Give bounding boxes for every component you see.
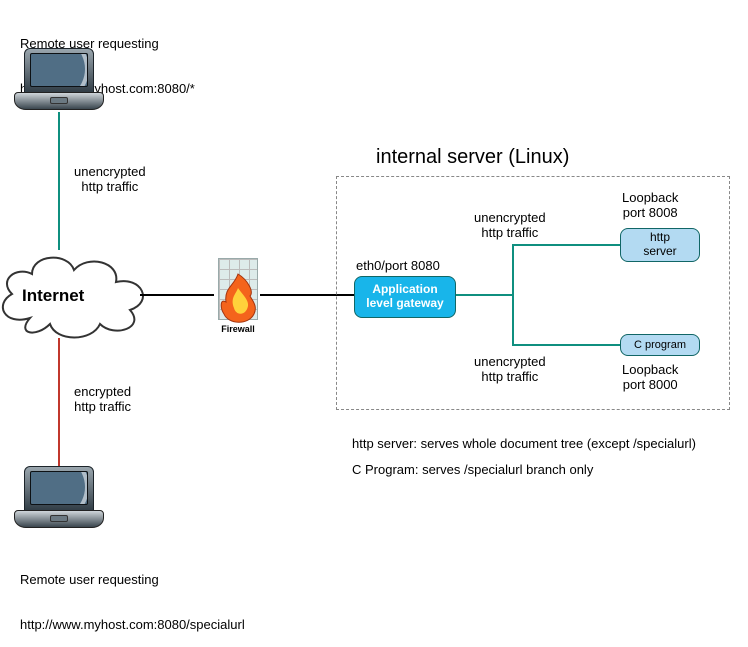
eth0-port-label: eth0/port 8080 xyxy=(356,258,440,273)
edge-bottom-user-to-internet xyxy=(58,338,60,466)
edge-to-http-server xyxy=(512,244,620,246)
application-gateway-node: Application level gateway xyxy=(354,276,456,318)
note-c-program: C Program: serves /specialurl branch onl… xyxy=(352,462,593,477)
edge-to-c-program xyxy=(512,344,620,346)
c-program-port-label: Loopback port 8000 xyxy=(622,362,678,392)
edge-upper-internal-label: unencrypted http traffic xyxy=(474,210,546,240)
firewall-icon: Firewall xyxy=(210,258,266,344)
server-title: internal server (Linux) xyxy=(376,146,569,169)
laptop-top-icon xyxy=(14,48,104,112)
http-server-node: http server xyxy=(620,228,700,262)
internet-label: Internet xyxy=(22,286,84,306)
edge-bottom-traffic-label: encrypted http traffic xyxy=(74,384,131,414)
firewall-label: Firewall xyxy=(210,324,266,334)
note-http-server: http server: serves whole document tree … xyxy=(352,436,696,451)
http-server-port-label: Loopback port 8008 xyxy=(622,190,678,220)
laptop-bottom-icon xyxy=(14,466,104,530)
edge-lower-internal-label: unencrypted http traffic xyxy=(474,354,546,384)
bottom-user-caption-line2: http://www.myhost.com:8080/specialurl xyxy=(20,617,245,632)
edge-gateway-split xyxy=(512,244,514,346)
edge-top-traffic-label: unencrypted http traffic xyxy=(74,164,146,194)
c-program-node: C program xyxy=(620,334,700,356)
edge-internet-to-firewall xyxy=(140,294,214,296)
edge-top-user-to-internet xyxy=(58,112,60,250)
bottom-user-caption: Remote user requesting http://www.myhost… xyxy=(20,542,245,647)
bottom-user-caption-line1: Remote user requesting xyxy=(20,572,245,587)
edge-gateway-trunk xyxy=(456,294,512,296)
